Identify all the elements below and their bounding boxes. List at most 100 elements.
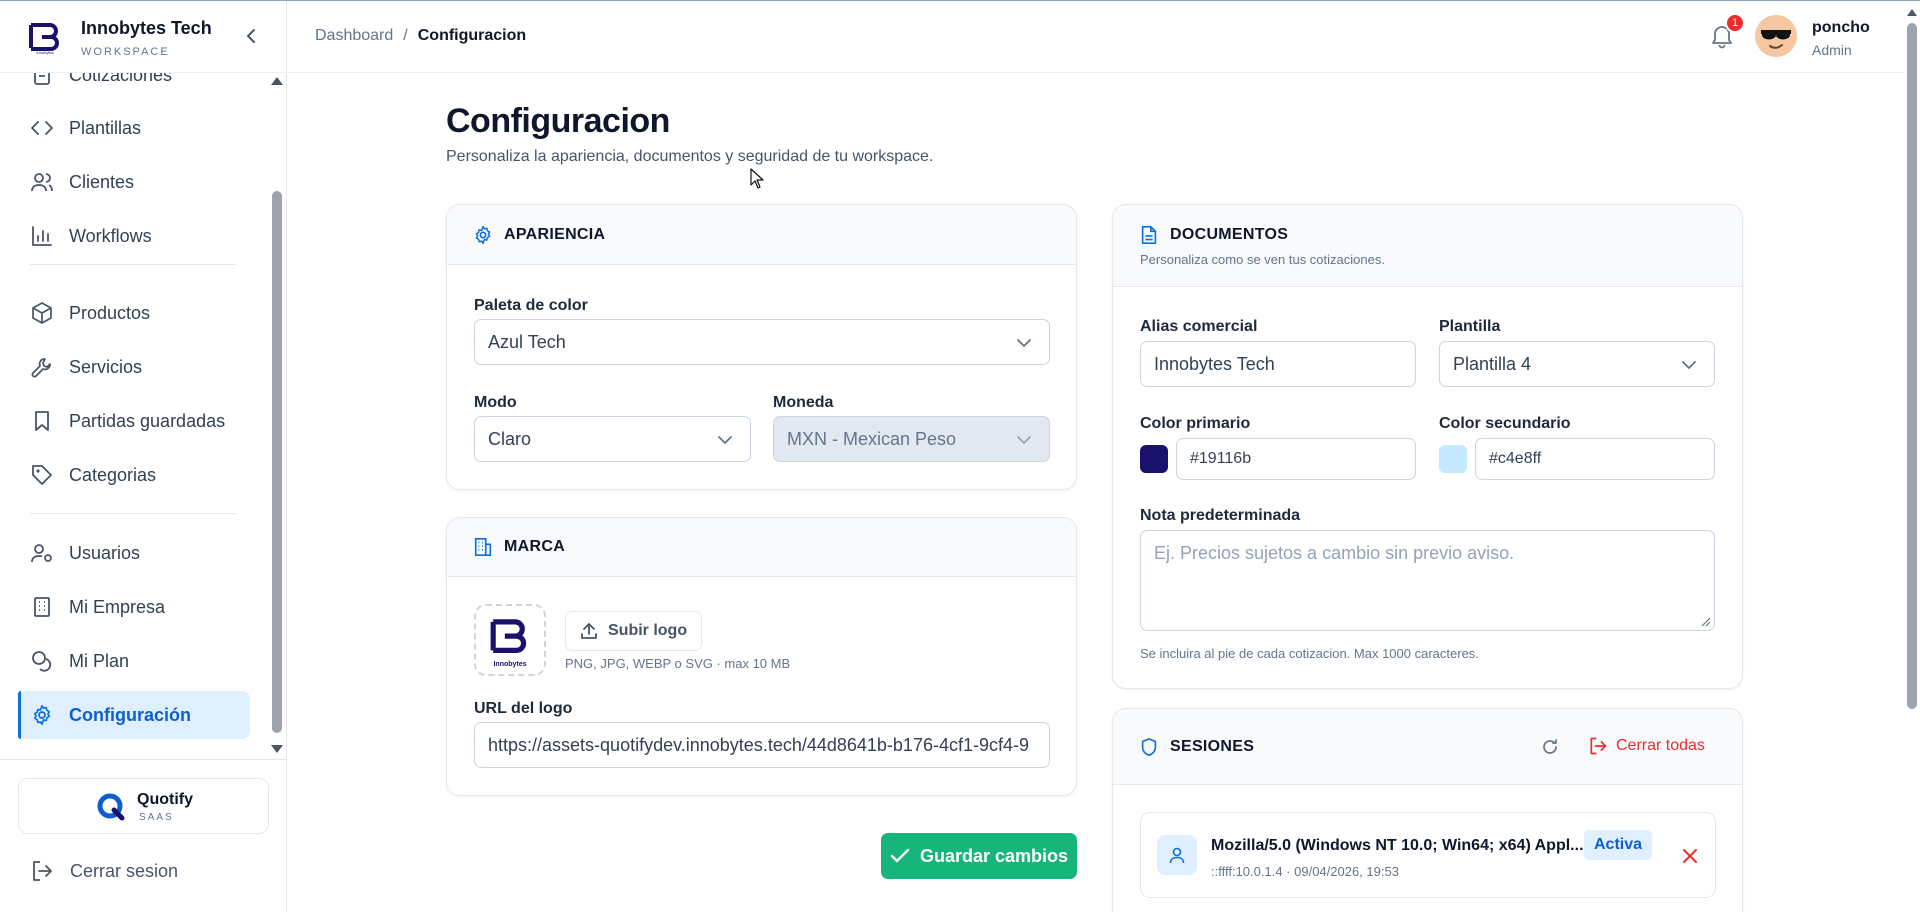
breadcrumb-dashboard[interactable]: Dashboard: [315, 27, 393, 45]
chevron-down-icon: [1017, 436, 1031, 444]
chevron-down-icon: [1682, 361, 1696, 369]
close-all-label: Cerrar todas: [1616, 737, 1705, 754]
sidebar-item-label: Usuarios: [69, 542, 141, 563]
tag-icon: [30, 463, 54, 487]
close-all-sessions-button[interactable]: Cerrar todas: [1588, 736, 1705, 756]
shield-icon: [1141, 738, 1157, 756]
sidebar-item-clientes[interactable]: Clientes: [18, 158, 250, 206]
page-title: Configuracion: [446, 102, 670, 140]
mode-select[interactable]: Claro: [474, 416, 751, 462]
palette-select[interactable]: Azul Tech: [474, 319, 1050, 365]
currency-label: Moneda: [773, 394, 834, 411]
resize-handle-icon: [1701, 617, 1711, 627]
alias-label: Alias comercial: [1140, 318, 1258, 335]
chevron-down-icon: [718, 436, 732, 444]
sidebar-item-label: Servicios: [69, 356, 143, 377]
sidebar-item-label: Mi Empresa: [69, 596, 166, 617]
brand: Innobytes Innobytes Tech WORKSPACE: [0, 1, 287, 73]
card-header: APARIENCIA: [447, 205, 1076, 265]
default-note-label: Nota predeterminada: [1140, 507, 1301, 524]
box-icon: [30, 301, 54, 325]
scroll-up-arrow-icon[interactable]: [271, 77, 283, 85]
logout-button[interactable]: Cerrar sesion: [30, 856, 178, 886]
template-select[interactable]: Plantilla 4: [1439, 341, 1715, 387]
bookmark-icon: [30, 409, 54, 433]
alias-input[interactable]: Innobytes Tech: [1140, 341, 1416, 387]
save-button[interactable]: Guardar cambios: [881, 833, 1077, 879]
primary-color-label: Color primario: [1140, 415, 1251, 432]
quotify-logo: [97, 793, 125, 821]
sidebar-item-label: Clientes: [69, 171, 135, 192]
sidebar-nav: Cotizaciones Plantillas Clientes Workflo…: [0, 73, 270, 759]
product-badge: Quotify SAAS: [18, 778, 269, 834]
sidebar-item-mi-empresa[interactable]: Mi Empresa: [18, 583, 250, 631]
primary-color-swatch[interactable]: [1140, 445, 1168, 473]
session-avatar: [1157, 835, 1197, 875]
card-header: DOCUMENTOS Personaliza como se ven tus c…: [1113, 205, 1742, 287]
notifications-button[interactable]: 1: [1706, 13, 1745, 51]
page-subtitle: Personaliza la apariencia, documentos y …: [446, 148, 934, 165]
nav-divider: [30, 264, 236, 265]
sidebar-item-label: Cotizaciones: [69, 73, 173, 85]
sidebar-item-label: Partidas guardadas: [69, 410, 226, 431]
sidebar-item-label: Categorias: [69, 464, 157, 485]
sidebar-item-productos[interactable]: Productos: [18, 289, 250, 337]
scroll-up-arrow-icon[interactable]: [1907, 9, 1917, 16]
palette-value: Azul Tech: [488, 331, 566, 352]
user-cog-icon: [30, 541, 54, 565]
collapse-sidebar-button[interactable]: [240, 23, 262, 49]
currency-select: MXN - Mexican Peso: [773, 416, 1050, 462]
scrollbar-thumb[interactable]: [272, 191, 282, 733]
sidebar-item-label: Configuración: [69, 704, 191, 725]
sidebar-item-servicios[interactable]: Servicios: [18, 343, 250, 391]
sidebar-item-usuarios[interactable]: Usuarios: [18, 529, 250, 577]
nav-divider: [30, 513, 236, 514]
session-item: Mozilla/5.0 (Windows NT 10.0; Win64; x64…: [1140, 812, 1716, 898]
default-note-placeholder: Ej. Precios sujetos a cambio sin previo …: [1154, 543, 1515, 563]
card-title: DOCUMENTOS: [1170, 226, 1289, 243]
wrench-icon: [30, 355, 54, 379]
primary-color-value: #19116b: [1190, 450, 1252, 467]
sidebar-item-partidas-guardadas[interactable]: Partidas guardadas: [18, 397, 250, 445]
documents-card: DOCUMENTOS Personaliza como se ven tus c…: [1112, 204, 1743, 689]
secondary-color-input[interactable]: #c4e8ff: [1475, 438, 1715, 480]
sidebar-item-cotizaciones[interactable]: Cotizaciones: [18, 73, 250, 99]
sidebar-item-mi-plan[interactable]: Mi Plan: [18, 637, 250, 685]
secondary-color-swatch[interactable]: [1439, 445, 1467, 473]
card-header: SESIONES Cerrar todas: [1113, 709, 1742, 785]
default-note-hint: Se incluira al pie de cada cotizacion. M…: [1140, 646, 1479, 661]
refresh-icon[interactable]: [1540, 737, 1560, 757]
sidebar-footer: Quotify SAAS Cerrar sesion: [0, 759, 287, 912]
sessions-card: SESIONES Cerrar todas Mozilla/5.0 (Windo…: [1112, 708, 1743, 912]
sidebar-item-label: Plantillas: [69, 117, 142, 138]
innobytes-logo: [490, 619, 527, 653]
sidebar-scrollbar[interactable]: [270, 73, 284, 759]
coins-icon: [30, 649, 54, 673]
upload-icon: [581, 623, 597, 639]
gear-icon: [30, 703, 54, 727]
primary-color-input[interactable]: #19116b: [1176, 438, 1416, 480]
user-icon: [1169, 847, 1185, 864]
svg-text:Innobytes: Innobytes: [36, 50, 53, 55]
card-title: SESIONES: [1170, 738, 1255, 755]
sidebar-item-workflows[interactable]: Workflows: [18, 212, 250, 260]
user-role: Admin: [1812, 42, 1852, 58]
close-icon[interactable]: [1682, 848, 1698, 864]
default-note-textarea[interactable]: Ej. Precios sujetos a cambio sin previo …: [1140, 530, 1715, 631]
page-scrollbar[interactable]: [1904, 1, 1920, 912]
sidebar-item-plantillas[interactable]: Plantillas: [18, 104, 250, 152]
template-value: Plantilla 4: [1453, 353, 1532, 374]
breadcrumb: Dashboard / Configuracion: [315, 27, 526, 45]
top-header: Dashboard / Configuracion 1 poncho Admin: [288, 1, 1904, 73]
bar-chart-icon: [30, 224, 54, 248]
logo-url-input[interactable]: https://assets-quotifydev.innobytes.tech…: [474, 722, 1050, 768]
sidebar-item-configuracion[interactable]: Configuración: [18, 691, 250, 739]
avatar[interactable]: [1755, 15, 1797, 57]
upload-logo-button[interactable]: Subir logo: [565, 611, 703, 651]
sidebar-item-categorias[interactable]: Categorias: [18, 451, 250, 499]
scrollbar-thumb[interactable]: [1907, 23, 1917, 709]
card-title: MARCA: [504, 538, 566, 555]
breadcrumb-current: Configuracion: [417, 27, 527, 44]
scroll-down-arrow-icon[interactable]: [271, 745, 283, 753]
chevron-down-icon: [1017, 339, 1031, 347]
